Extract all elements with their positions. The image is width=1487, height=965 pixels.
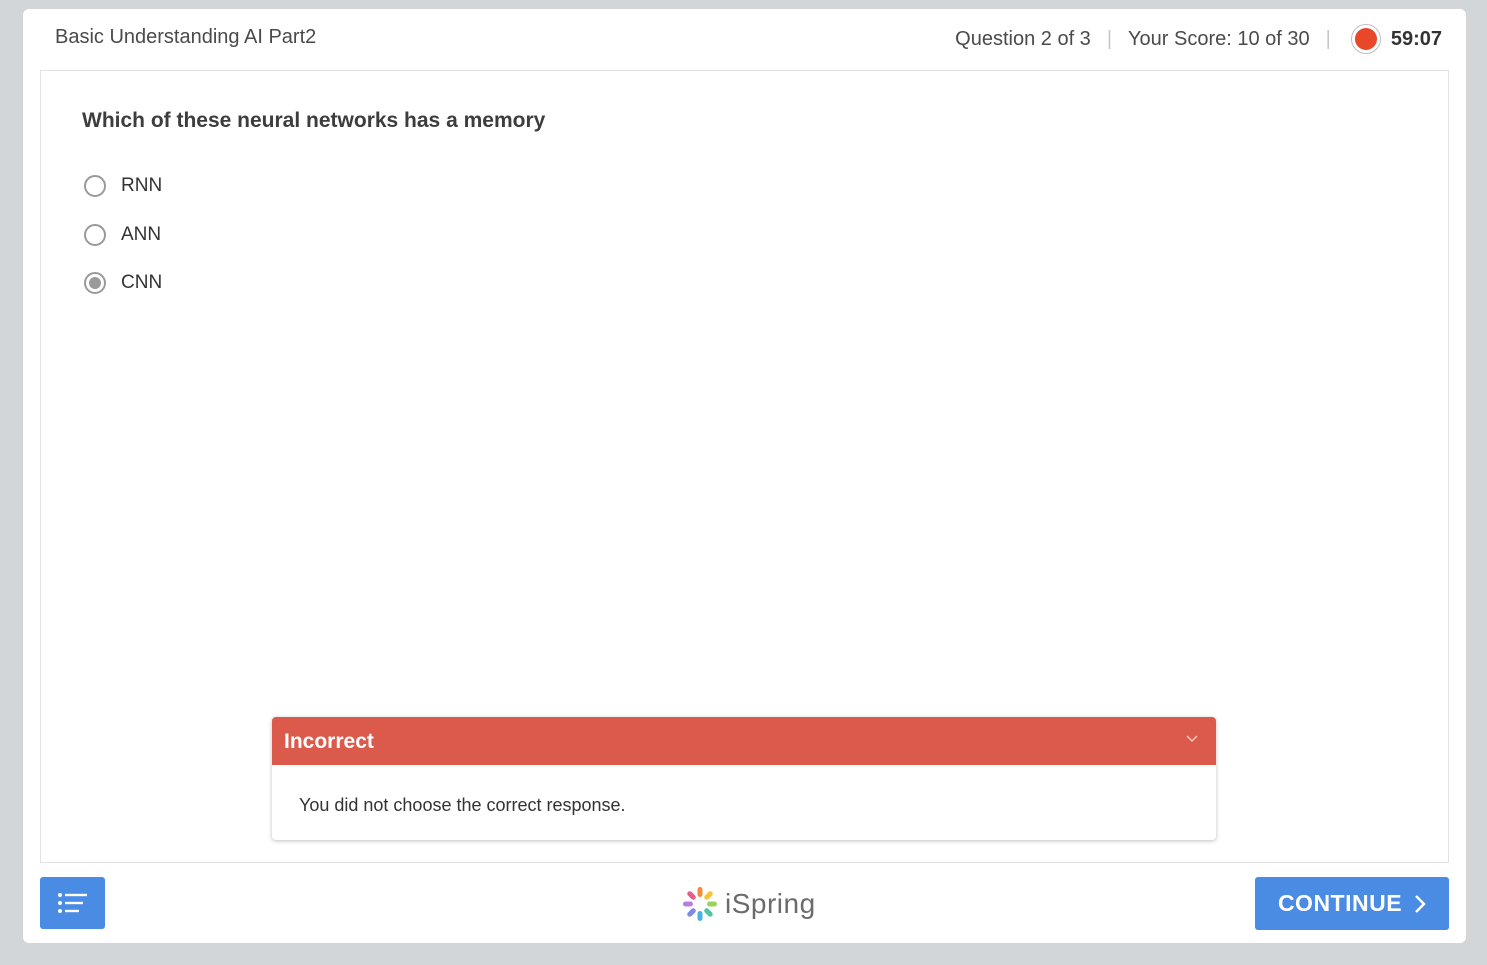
answer-option-ann[interactable]: ANN [84,222,161,248]
quiz-status-bar: Question 2 of 3 | Your Score: 10 of 30 |… [955,23,1442,55]
answer-label: ANN [121,224,162,245]
chevron-down-icon[interactable] [1184,730,1200,746]
feedback-title: Incorrect [284,730,374,753]
question-text: Which of these neural networks has a mem… [82,109,546,132]
score-label: Your Score: 10 of 30 [1128,27,1310,50]
quiz-footer: iSpring CONTINUE [23,862,1466,943]
quiz-title: Basic Understanding AI Part2 [55,26,317,48]
question-list-button[interactable] [40,877,105,929]
feedback-panel: Incorrect You did not choose the correct… [272,717,1216,840]
feedback-message: You did not choose the correct response. [299,795,626,815]
answer-option-cnn[interactable]: CNN [84,270,162,296]
ispring-flower-icon [683,887,717,921]
answer-option-rnn[interactable]: RNN [84,173,162,199]
timer-icon [1350,24,1381,54]
quiz-header: Basic Understanding AI Part2 Question 2 … [23,9,1466,69]
feedback-header[interactable]: Incorrect [272,717,1216,765]
question-progress: Question 2 of 3 [955,27,1091,50]
chevron-right-icon [1415,894,1426,913]
list-icon [57,893,87,913]
answer-label: RNN [121,175,163,196]
continue-label: CONTINUE [1277,890,1403,916]
answer-label: CNN [121,272,163,293]
radio-button[interactable] [84,224,106,246]
timer-value: 59:07 [1390,27,1442,50]
continue-button[interactable]: CONTINUE [1255,877,1449,930]
separator: | [1325,27,1331,50]
separator: | [1106,27,1113,50]
radio-button[interactable] [84,175,106,197]
question-panel: Which of these neural networks has a mem… [40,70,1449,863]
quiz-window: Basic Understanding AI Part2 Question 2 … [23,9,1466,943]
ispring-logo: iSpring [681,884,816,924]
brand-name: iSpring [725,888,816,919]
radio-button-selected[interactable] [84,272,106,294]
